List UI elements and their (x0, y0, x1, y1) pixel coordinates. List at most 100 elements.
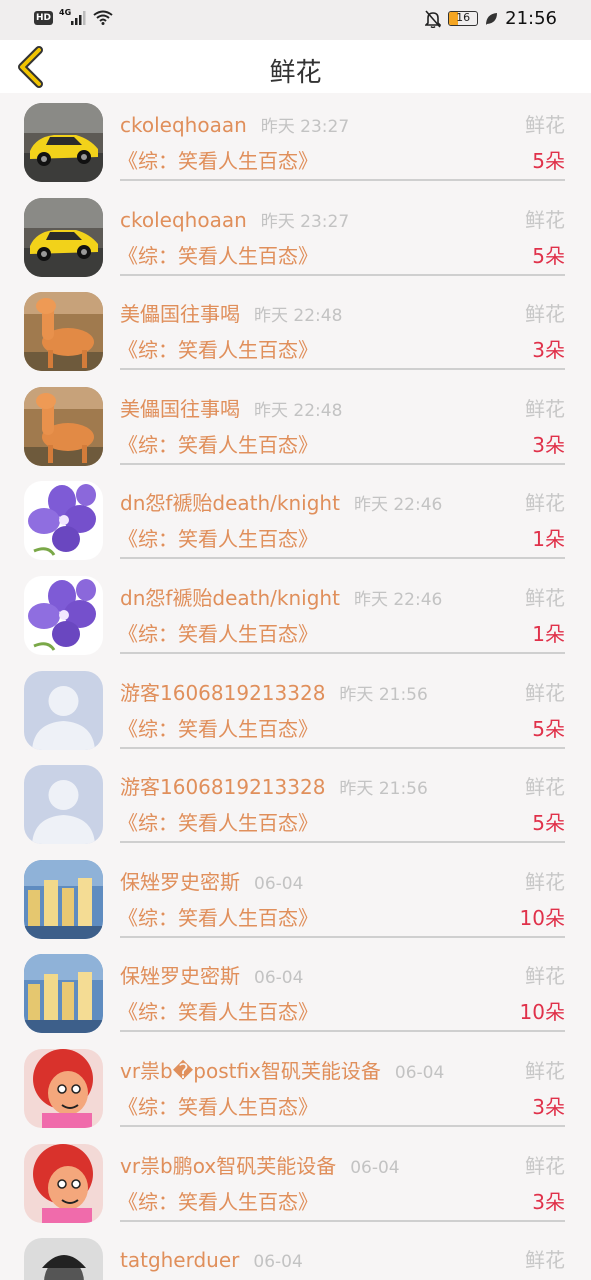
avatar[interactable] (24, 1238, 103, 1280)
gift-type: 鲜花 (525, 302, 565, 327)
list-item[interactable]: vr祟b鹏ox智矾芙能设备 06-04 鲜花 《综：笑看人生百态》 3朵 (0, 1134, 591, 1229)
gift-count: 10朵 (519, 1000, 565, 1025)
list-item[interactable]: tatgherduer 06-04 鲜花 (0, 1228, 591, 1280)
user-name: tatgherduer 06-04 (120, 1246, 303, 1276)
divider (120, 746, 565, 749)
user-name-text: 游客1606819213328 (120, 775, 326, 800)
book-title[interactable]: 《综：笑看人生百态》 (118, 715, 318, 743)
list-item[interactable]: ckoleqhoaan 昨天 23:27 鲜花 《综：笑看人生百态》 5朵 (0, 188, 591, 283)
avatar[interactable] (24, 481, 103, 561)
status-left: HD 4G (34, 8, 113, 25)
user-name: 游客1606819213328 昨天 21:56 (120, 679, 428, 709)
user-name-text: vr祟b鹏ox智矾芙能设备 (120, 1153, 337, 1178)
user-name: vr祟b鹏ox智矾芙能设备 06-04 (120, 1152, 400, 1182)
list-item[interactable]: ckoleqhoaan 昨天 23:27 鲜花 《综：笑看人生百态》 5朵 (0, 93, 591, 188)
book-title[interactable]: 《综：笑看人生百态》 (118, 431, 318, 459)
book-title[interactable]: 《综：笑看人生百态》 (118, 809, 318, 837)
user-name: 保矬罗史密斯 06-04 (120, 868, 303, 898)
user-name-text: 游客1606819213328 (120, 680, 326, 705)
gift-type: 鲜花 (525, 964, 565, 989)
divider (120, 179, 565, 181)
divider (120, 651, 565, 654)
book-title[interactable]: 《综：笑看人生百态》 (118, 525, 318, 553)
list-item[interactable]: vr祟b�postfix智矾芙能设备 06-04 鲜花 《综：笑看人生百态》 3朵 (0, 1039, 591, 1134)
gift-type: 鲜花 (525, 680, 565, 705)
avatar[interactable] (24, 765, 103, 845)
avatar[interactable] (24, 103, 103, 182)
gift-type: 鲜花 (525, 491, 565, 516)
avatar[interactable] (24, 386, 103, 466)
divider (120, 273, 565, 276)
book-title[interactable]: 《综：笑看人生百态》 (118, 336, 318, 364)
user-name-text: 美儡国往事喝 (120, 396, 240, 421)
hd-badge: HD (34, 10, 54, 25)
avatar[interactable] (24, 1143, 103, 1223)
book-title[interactable]: 《综：笑看人生百态》 (118, 998, 318, 1026)
book-title[interactable]: 《综：笑看人生百态》 (118, 620, 318, 648)
user-name: 美儡国往事喝 昨天 22:48 (120, 300, 342, 330)
gift-type: 鲜花 (525, 113, 565, 137)
bell-off-icon (425, 9, 442, 28)
book-title[interactable]: 《综：笑看人生百态》 (118, 904, 318, 932)
status-bar: HD 4G 16 21:56 (0, 0, 591, 40)
book-title[interactable]: 《综：笑看人生百态》 (118, 147, 318, 175)
avatar[interactable] (24, 575, 103, 655)
leaf-icon (486, 12, 498, 25)
list-item[interactable]: 保矬罗史密斯 06-04 鲜花 《综：笑看人生百态》 10朵 (0, 944, 591, 1039)
user-name-text: dn怨f褫贻death/knight (120, 585, 340, 610)
gift-count: 1朵 (532, 527, 565, 552)
divider (120, 368, 565, 371)
status-right: 16 21:56 (425, 8, 557, 29)
gift-count: 5朵 (532, 149, 565, 173)
gift-count: 10朵 (519, 905, 565, 930)
user-name: 美儡国往事喝 昨天 22:48 (120, 395, 342, 425)
list-item[interactable]: 美儡国往事喝 昨天 22:48 鲜花 《综：笑看人生百态》 3朵 (0, 282, 591, 377)
list-item[interactable]: 游客1606819213328 昨天 21:56 鲜花 《综：笑看人生百态》 5朵 (0, 661, 591, 756)
user-name: 保矬罗史密斯 06-04 (120, 962, 303, 992)
gift-type: 鲜花 (525, 1058, 565, 1083)
timestamp: 昨天 23:27 (260, 117, 350, 137)
gift-count: 1朵 (532, 621, 565, 646)
timestamp: 06-04 (350, 1157, 400, 1178)
avatar[interactable] (24, 1048, 103, 1128)
timestamp: 昨天 22:46 (353, 495, 443, 516)
gift-list: ckoleqhoaan 昨天 23:27 鲜花 《综：笑看人生百态》 5朵 cko… (0, 93, 591, 1280)
list-item[interactable]: dn怨f褫贻death/knight 昨天 22:46 鲜花 《综：笑看人生百态》… (0, 566, 591, 661)
timestamp: 06-04 (254, 968, 304, 989)
list-item[interactable]: dn怨f褫贻death/knight 昨天 22:46 鲜花 《综：笑看人生百态》… (0, 471, 591, 566)
divider (120, 1219, 565, 1222)
avatar[interactable] (24, 197, 103, 277)
list-item[interactable]: 保矬罗史密斯 06-04 鲜花 《综：笑看人生百态》 10朵 (0, 850, 591, 945)
user-name-text: vr祟b�postfix智矾芙能设备 (120, 1058, 381, 1083)
gift-type: 鲜花 (525, 207, 565, 232)
avatar[interactable] (24, 954, 103, 1034)
divider (120, 557, 565, 560)
timestamp: 昨天 22:46 (353, 589, 443, 610)
gift-count: 5朵 (532, 811, 565, 836)
user-name-text: ckoleqhoaan (120, 113, 247, 137)
book-title[interactable]: 《综：笑看人生百态》 (118, 1188, 318, 1216)
timestamp: 06-04 (394, 1062, 445, 1083)
user-name-text: tatgherduer (120, 1248, 240, 1273)
user-name-text: 保矬罗史密斯 (120, 869, 240, 894)
list-item[interactable]: 游客1606819213328 昨天 21:56 鲜花 《综：笑看人生百态》 5朵 (0, 755, 591, 850)
book-title[interactable]: 《综：笑看人生百态》 (118, 242, 318, 270)
list-item[interactable]: 美儡国往事喝 昨天 22:48 鲜花 《综：笑看人生百态》 3朵 (0, 377, 591, 472)
signal-icon (71, 10, 86, 25)
avatar[interactable] (24, 292, 103, 372)
divider (120, 1124, 565, 1127)
clock: 21:56 (505, 8, 557, 29)
gift-count: 3朵 (532, 432, 565, 457)
nav-bar: 鲜花 (0, 40, 591, 93)
gift-type: 鲜花 (525, 869, 565, 894)
avatar[interactable] (24, 859, 103, 939)
gift-type: 鲜花 (525, 775, 565, 800)
avatar[interactable] (24, 670, 103, 750)
battery-level: 16 (456, 11, 471, 24)
timestamp: 昨天 23:27 (260, 211, 350, 232)
wifi-icon (93, 10, 113, 25)
gift-count: 5朵 (532, 716, 565, 741)
network-type: 4G (59, 8, 72, 17)
timestamp: 昨天 21:56 (339, 684, 428, 705)
book-title[interactable]: 《综：笑看人生百态》 (118, 1093, 318, 1121)
